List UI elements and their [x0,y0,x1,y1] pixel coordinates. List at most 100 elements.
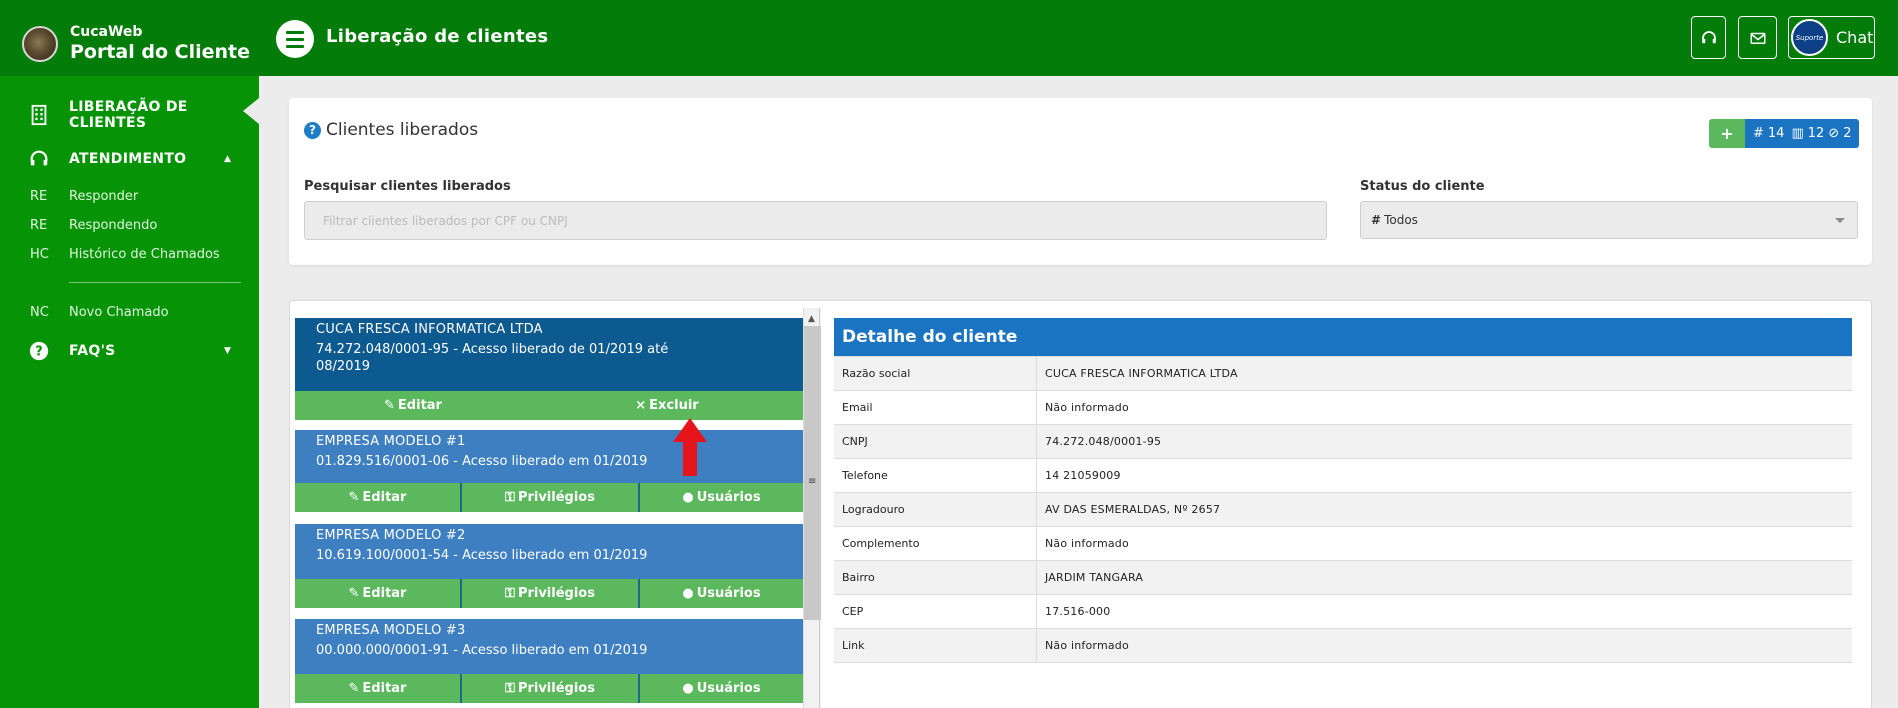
pencil-icon: ✎ [384,398,395,413]
key-icon: ⚿ [505,490,515,505]
user-icon: ● [682,586,694,601]
edit-button[interactable]: ✎ Editar [295,483,460,512]
client-card[interactable]: EMPRESA MODELO #3 00.000.000/0001-91 - A… [295,619,803,703]
stats-total: 14 [1767,126,1785,141]
privileges-button[interactable]: ⚿ Privilégios [460,579,638,608]
clients-panel: CUCA FRESCA INFORMATICA LTDA 74.272.048/… [289,300,1872,708]
pencil-icon: ✎ [348,681,360,696]
status-select[interactable]: # Todos [1360,201,1858,239]
client-card[interactable]: CUCA FRESCA INFORMATICA LTDA 74.272.048/… [295,318,803,420]
svg-text:?: ? [35,345,42,360]
brand-title: Portal do Cliente [70,41,250,63]
chevron-down-icon [1835,218,1845,223]
detail-row: Telefone 14 21059009 [834,458,1852,492]
privileges-button[interactable]: ⚿ Privilégios [460,483,638,512]
sidebar-item-liberacao-de-clientes[interactable]: LIBERAÇÃO DE CLIENTES [0,98,259,132]
sidebar-item-label: FAQ'S [69,343,116,359]
filters-button-group: + # 14 ▥ 12 ⊘ 2 [1709,119,1860,148]
client-card[interactable]: EMPRESA MODELO #1 01.829.516/0001-06 - A… [295,430,803,512]
detail-row: Bairro JARDIM TANGARA [834,560,1852,594]
privileges-button[interactable]: ⚿ Privilégios [460,674,638,703]
close-icon: × [635,398,647,413]
brand-logo [22,25,58,62]
ban-icon: ⊘ [1828,126,1840,141]
sidebar-item-atendimento[interactable]: ATENDIMENTO ▲ [0,142,259,176]
sidebar-subitem-abbr: RE [30,188,48,204]
detail-footer [834,662,1852,680]
sidebar-divider [69,282,241,283]
key-icon: ⚿ [505,586,515,601]
help-icon[interactable]: ? [304,121,321,139]
messages-button[interactable] [1738,16,1777,59]
sidebar-subitem-label: Responder [69,188,139,204]
detail-table: Razão social CUCA FRESCA INFORMATICA LTDA… [834,356,1852,680]
sidebar-item-label: LIBERAÇÃO DE CLIENTES [69,99,188,131]
client-name: CUCA FRESCA INFORMATICA LTDA [316,322,543,337]
detail-title: Detalhe do cliente [834,318,1852,356]
client-card[interactable]: EMPRESA MODELO #2 10.619.100/0001-54 - A… [295,524,803,608]
page-title: Liberação de clientes [326,26,549,47]
pencil-icon: ✎ [348,490,360,505]
sidebar-subitem-label: Histórico de Chamados [69,246,220,262]
sidebar-subitem-respondendo[interactable]: RE Respondendo [0,214,259,236]
sidebar-subitem-abbr: RE [30,217,48,233]
pencil-icon: ✎ [348,586,360,601]
filters-title-text: Clientes liberados [326,120,479,140]
search-input[interactable]: Filtrar clientes liberados por CPF ou CN… [304,201,1327,240]
detail-row: CEP 17.516-000 [834,594,1852,628]
panel-divider [819,308,820,708]
annotation-arrow-icon [673,418,707,476]
client-detail: 00.000.000/0001-91 - Acesso liberado em … [316,643,648,658]
sidebar-subitem-responder[interactable]: RE Responder [0,185,259,207]
brand[interactable]: CucaWeb Portal do Cliente [22,24,250,63]
scroll-up-icon[interactable]: ▲ [808,314,815,324]
edit-button[interactable]: ✎ Editar [295,391,531,420]
detail-row: Complemento Não informado [834,526,1852,560]
sidebar-subitem-label: Novo Chamado [69,304,169,320]
key-icon: ⚿ [505,681,515,696]
grip-icon: ≡ [808,476,817,487]
sidebar-subitem-abbr: HC [30,246,49,262]
hamburger-menu-icon[interactable] [276,20,314,58]
client-detail-panel: Detalhe do cliente Razão social CUCA FRES… [834,318,1852,680]
edit-button[interactable]: ✎ Editar [295,674,460,703]
support-button[interactable] [1691,16,1726,59]
envelope-icon [1750,32,1765,44]
users-button[interactable]: ● Usuários [638,579,803,608]
client-detail: 74.272.048/0001-95 - Acesso liberado de … [316,342,669,374]
hash-icon: # [1753,126,1764,141]
sidebar-subitem-abbr: NC [30,304,49,320]
detail-row: Razão social CUCA FRESCA INFORMATICA LTDA [834,356,1852,390]
detail-row: CNPJ 74.272.048/0001-95 [834,424,1852,458]
building-icon [27,103,51,127]
client-stats-button[interactable]: # 14 ▥ 12 ⊘ 2 [1745,119,1860,148]
status-label: Status do cliente [1360,179,1485,194]
chat-label: Chat [1836,28,1874,47]
detail-row: Link Não informado [834,628,1852,662]
headset-icon [27,147,51,171]
sidebar: LIBERAÇÃO DE CLIENTES ATENDIMENTO ▲ RE R… [0,76,259,708]
sidebar-subitem-historico-de-chamados[interactable]: HC Histórico de Chamados [0,243,259,265]
edit-button[interactable]: ✎ Editar [295,579,460,608]
filters-title: ? Clientes liberados [304,120,478,140]
caret-down-icon: ▼ [224,346,231,356]
stats-active: 12 [1807,126,1825,141]
user-icon: ● [682,490,694,505]
user-icon: ● [682,681,694,696]
sidebar-subitem-label: Respondendo [69,217,158,233]
chat-avatar: Suporte [1791,19,1828,56]
top-bar: CucaWeb Portal do Cliente Liberação de c… [0,0,1898,76]
chat-button[interactable]: Suporte Chat [1788,16,1875,59]
client-name: EMPRESA MODELO #2 [316,528,466,543]
brand-subtitle: CucaWeb [70,24,143,40]
delete-button[interactable]: × Excluir [531,391,803,420]
sidebar-subitem-novo-chamado[interactable]: NC Novo Chamado [0,301,259,323]
users-button[interactable]: ● Usuários [638,674,803,703]
detail-row: Logradouro AV DAS ESMERALDAS, Nº 2657 [834,492,1852,526]
sidebar-item-faqs[interactable]: ? FAQ'S ▼ [0,334,259,368]
users-button[interactable]: ● Usuários [638,483,803,512]
sidebar-item-label: ATENDIMENTO [69,151,187,167]
client-name: EMPRESA MODELO #3 [316,623,466,638]
building-icon: ▥ [1791,126,1804,141]
add-client-button[interactable]: + [1709,119,1745,148]
